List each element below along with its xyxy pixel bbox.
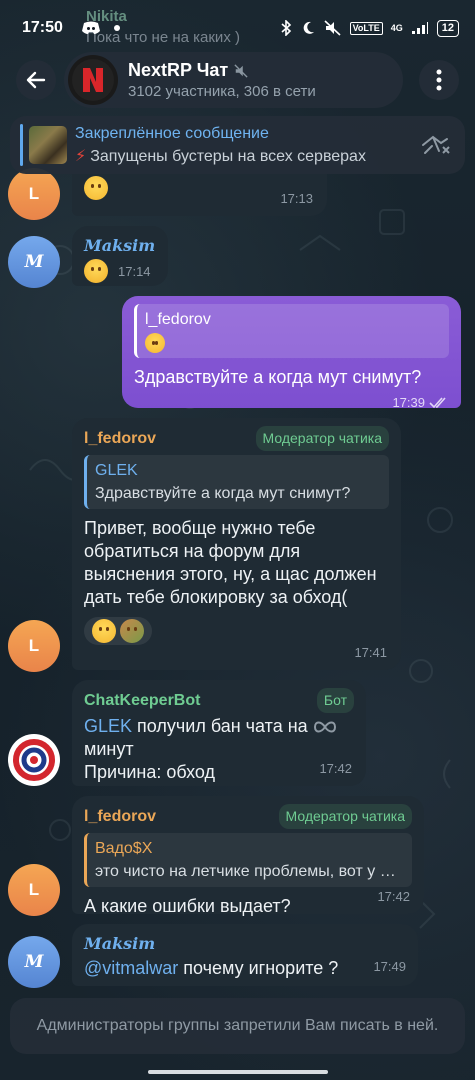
- ban-reason: Причина: обход: [84, 762, 216, 782]
- user-link[interactable]: GLEK: [84, 716, 132, 736]
- moon-icon: [303, 21, 314, 34]
- message-sender[interactable]: Maksim: [84, 932, 406, 955]
- message-sender-row: l_fedorov Модератор чатика: [84, 804, 412, 829]
- message-bubble[interactable]: Maksim @vitmalwar почему игнорите ? 17:4…: [72, 924, 418, 986]
- message-text: Привет, вообще нужно тебе обратиться на …: [84, 518, 377, 607]
- chat-subtitle: 3102 участника, 306 в сети: [128, 83, 316, 100]
- avatar[interactable]: L: [8, 168, 60, 220]
- sticker-avatar-icon: [120, 619, 144, 643]
- message-text: А какие ошибки выдает?: [84, 896, 291, 916]
- nextrp-logo-icon: [72, 59, 114, 101]
- chatkeeper-logo-icon: [13, 739, 55, 781]
- avatar[interactable]: M: [8, 936, 60, 988]
- pinned-title: Закреплённое сообщение: [75, 124, 269, 142]
- reply-sender: Вадо$X: [95, 840, 153, 857]
- reply-text: Здравствуйте а когда мут снимут?: [95, 485, 351, 502]
- more-options-button[interactable]: [419, 60, 459, 100]
- sad-emoji-icon: [84, 259, 108, 283]
- double-check-icon: [429, 396, 446, 408]
- message-bubble[interactable]: l_fedorov Модератор чатика Вадо$X это чи…: [72, 796, 424, 916]
- pinned-body: ⚡ Запущены бустеры на всех серверах: [75, 146, 419, 166]
- grinning-emoji-icon: [145, 333, 165, 354]
- mention-link[interactable]: @vitmalwar: [84, 958, 178, 978]
- message-text: Здравствуйте а когда мут снимут?: [134, 367, 422, 387]
- reply-sender: l_fedorov: [145, 311, 211, 328]
- chat-title-area[interactable]: NextRP Чат 3102 участника, 306 в сети: [64, 52, 403, 108]
- reply-text: это чисто на летчике проблемы, вот у мен…: [95, 863, 404, 880]
- restricted-text: Администраторы группы запретили Вам писа…: [36, 1017, 439, 1034]
- message-time: 17:42: [319, 761, 352, 776]
- message-text: @vitmalwar почему игнорите ?: [84, 957, 406, 980]
- reply-quote[interactable]: GLEK Здравствуйте а когда мут снимут?: [84, 455, 389, 509]
- message-sender-row: ChatKeeperBot Бот: [84, 688, 354, 713]
- pinned-text: Запущены бустеры на всех серверах: [90, 147, 366, 165]
- notification-dot-icon: [113, 25, 120, 31]
- lightning-icon: ⚡: [75, 147, 87, 165]
- ban-text-1: получил бан чата на: [132, 716, 313, 736]
- message-time: 17:39: [392, 395, 425, 410]
- reply-sender: GLEK: [95, 462, 138, 479]
- message-bubble[interactable]: ChatKeeperBot Бот GLEK получил бан чата …: [72, 680, 366, 786]
- reactions: [84, 617, 389, 645]
- reply-quote[interactable]: l_fedorov: [134, 304, 449, 358]
- message-bubble[interactable]: 17:13: [72, 168, 327, 216]
- avatar[interactable]: M: [8, 236, 60, 288]
- bluetooth-icon: [281, 20, 291, 36]
- status-bar: 17:50 VoLTE 4G 12: [0, 0, 475, 56]
- muted-icon: [234, 63, 248, 78]
- message-time: 17:41: [354, 645, 387, 660]
- chat-title: NextRP Чат: [128, 60, 316, 81]
- reply-quote[interactable]: Вадо$X это чисто на летчике проблемы, во…: [84, 833, 412, 887]
- avatar[interactable]: L: [8, 620, 60, 672]
- message-sender-row: l_fedorov Модератор чатика: [84, 426, 389, 451]
- grinning-emoji-icon: [84, 176, 108, 201]
- back-button[interactable]: [16, 60, 56, 100]
- message-sender[interactable]: Maksim: [84, 234, 156, 257]
- pinned-message-bar[interactable]: Закреплённое сообщение ⚡ Запущены бустеры…: [10, 116, 465, 174]
- home-indicator[interactable]: [147, 1070, 328, 1074]
- role-badge: Бот: [316, 688, 354, 713]
- signal-icon: [411, 22, 428, 34]
- message-time: 17:49: [373, 959, 406, 974]
- message-bubble[interactable]: Maksim 17:14: [72, 226, 168, 286]
- more-vertical-icon: [436, 69, 442, 91]
- volte-icon: VoLTE: [349, 21, 383, 35]
- message-time: 17:14: [118, 263, 151, 279]
- message-bubble[interactable]: l_fedorov Модератор чатика GLEK Здравств…: [72, 418, 401, 670]
- chat-title-text: NextRP Чат: [128, 60, 229, 80]
- write-restricted-notice: Администраторы группы запретили Вам писа…: [10, 998, 465, 1054]
- bot-avatar[interactable]: [8, 734, 60, 786]
- message-sender[interactable]: l_fedorov: [84, 427, 156, 450]
- outgoing-message-bubble[interactable]: l_fedorov Здравствуйте а когда мут сниму…: [122, 296, 461, 410]
- infinity-icon: [313, 721, 336, 733]
- avatar[interactable]: L: [8, 864, 60, 916]
- role-badge: Модератор чатика: [255, 426, 389, 451]
- message-time: 17:42: [377, 889, 410, 904]
- discord-icon: [81, 21, 100, 34]
- ban-text-2: минут: [84, 739, 134, 759]
- arrow-left-icon: [26, 71, 46, 89]
- reaction-chip[interactable]: [84, 617, 152, 645]
- chat-header: NextRP Чат 3102 участника, 306 в сети: [16, 52, 459, 108]
- message-sender[interactable]: l_fedorov: [84, 805, 156, 828]
- message-sender[interactable]: ChatKeeperBot: [84, 689, 200, 712]
- grinning-emoji-icon: [92, 619, 116, 643]
- mute-icon: [324, 20, 341, 36]
- status-time: 17:50: [22, 19, 63, 36]
- pinned-thumbnail: [29, 126, 67, 164]
- message-text: GLEK получил бан чата на минут Причина: …: [84, 715, 354, 784]
- network-type: 4G: [390, 22, 403, 33]
- pinned-indicator: [20, 124, 23, 166]
- group-avatar: [68, 55, 118, 105]
- message-time: 17:13: [280, 191, 313, 206]
- message-body: почему игнорите ?: [178, 958, 339, 978]
- role-badge: Модератор чатика: [278, 804, 412, 829]
- unpin-icon[interactable]: [419, 133, 453, 157]
- battery-indicator: 12: [436, 19, 459, 37]
